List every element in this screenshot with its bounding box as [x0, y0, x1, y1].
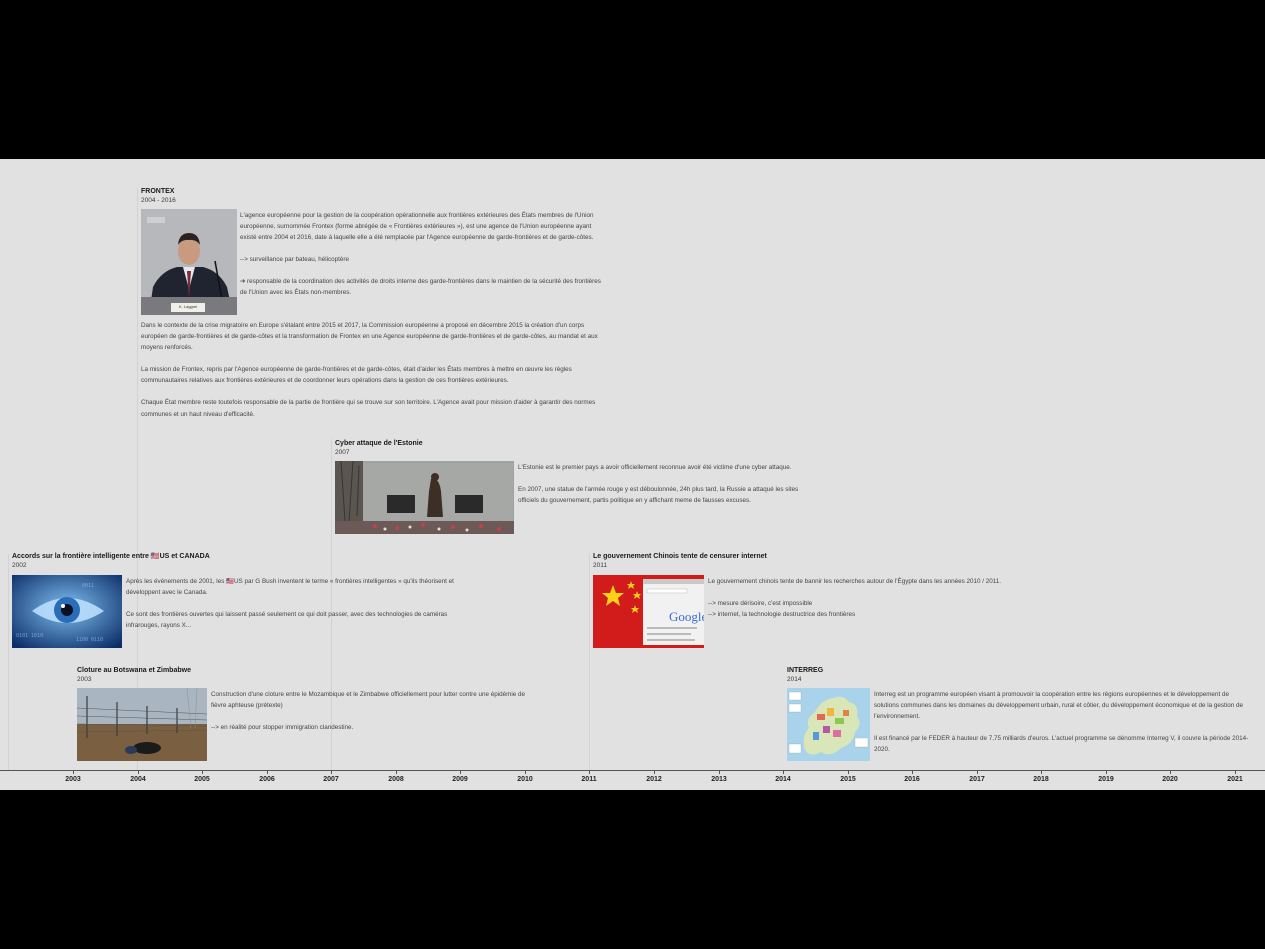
- svg-text:0011: 0011: [82, 583, 94, 589]
- event-title: FRONTEX: [141, 188, 175, 195]
- event-text: L'agence européenne pour la gestion de l…: [240, 212, 594, 242]
- timeline-canvas: FRONTEX 2004 - 2016 K. Laggmi L'agence e…: [0, 159, 1265, 790]
- event-date: 2014: [787, 676, 802, 683]
- year-tick-mark: [460, 770, 461, 774]
- year-label: 2013: [711, 776, 727, 783]
- year-label: 2017: [969, 776, 985, 783]
- event-estonie-text: L'Estonie est le premier pays a avoir of…: [518, 462, 803, 506]
- event-title: Cyber attaque de l'Estonie: [335, 440, 423, 447]
- event-text: Après les événements de 2001, les 🇺🇸US p…: [126, 578, 454, 597]
- event-date: 2002: [12, 562, 27, 569]
- year-tick-mark: [1235, 770, 1236, 774]
- year-tick-mark: [912, 770, 913, 774]
- interreg-map-image: [787, 688, 870, 761]
- event-accords[interactable]: Accords sur la frontière intelligente en…: [12, 552, 482, 571]
- year-label: 2019: [1098, 776, 1114, 783]
- event-interreg[interactable]: INTERREG 2014: [787, 666, 1257, 685]
- year-label: 2010: [517, 776, 533, 783]
- event-title: INTERREG: [787, 667, 824, 674]
- event-date: 2003: [77, 676, 92, 683]
- event-title: Cloture au Botswana et Zimbabwe: [77, 667, 191, 674]
- event-text: --> surveillance par bateau, hélicoptère: [240, 256, 350, 264]
- event-text: --> en réalité pour stopper immigration …: [211, 724, 354, 732]
- event-accords-text: Après les événements de 2001, les 🇺🇸US p…: [126, 576, 476, 631]
- event-text: --> mesure dérisoire, c'est impossible: [708, 600, 813, 608]
- event-text: L'Estonie est le premier pays a avoir of…: [518, 464, 792, 471]
- estonie-photo: [335, 461, 514, 534]
- year-tick-mark: [719, 770, 720, 774]
- year-label: 2006: [259, 776, 275, 783]
- event-date: 2007: [335, 449, 350, 456]
- year-label: 2014: [775, 776, 791, 783]
- year-label: 2012: [646, 776, 662, 783]
- year-label: 2015: [840, 776, 856, 783]
- event-text: Il est financé par le FEDER à hauteur de…: [874, 735, 1249, 754]
- event-title: Accords sur la frontière intelligente en…: [12, 553, 210, 560]
- year-label: 2011: [581, 776, 597, 783]
- event-chine-text: Le gouvernement chinois tente de bannir …: [708, 576, 1048, 620]
- event-botswana[interactable]: Cloture au Botswana et Zimbabwe 2003: [77, 666, 547, 685]
- svg-text:0101 1010: 0101 1010: [16, 633, 43, 639]
- year-label: 2021: [1227, 776, 1243, 783]
- year-tick-mark: [783, 770, 784, 774]
- event-text: Dans le contexte de la crise migratoire …: [141, 322, 598, 352]
- year-label: 2008: [388, 776, 404, 783]
- year-tick-mark: [73, 770, 74, 774]
- year-tick-mark: [654, 770, 655, 774]
- event-title: Le gouvernement Chinois tente de censure…: [593, 553, 767, 560]
- event-date: 2004 - 2016: [141, 197, 176, 204]
- year-tick-mark: [589, 770, 590, 774]
- event-text: Interreg est un programme européen visan…: [874, 691, 1243, 721]
- year-label: 2005: [194, 776, 210, 783]
- year-tick-mark: [977, 770, 978, 774]
- year-tick-mark: [848, 770, 849, 774]
- google-logo-text: Google: [669, 609, 704, 624]
- year-label: 2003: [65, 776, 81, 783]
- year-tick-mark: [331, 770, 332, 774]
- guide-line: [8, 554, 9, 770]
- event-date: 2011: [593, 562, 607, 569]
- svg-text:1100 0110: 1100 0110: [76, 637, 103, 643]
- botswana-fence-photo: [77, 688, 207, 761]
- event-frontex-intro: L'agence européenne pour la gestion de l…: [240, 210, 608, 299]
- event-frontex-details: Dans le contexte de la crise migratoire …: [141, 320, 607, 420]
- nameplate-text: K. Laggmi: [178, 304, 197, 309]
- accords-eye-photo: 0101 1010 1100 0110 0011: [12, 575, 122, 648]
- year-label: 2007: [323, 776, 339, 783]
- year-label: 2020: [1162, 776, 1178, 783]
- event-text: ➔ responsable de la coordination des act…: [240, 278, 601, 297]
- event-text: Le gouvernement chinois tente de bannir …: [708, 578, 1002, 585]
- chine-flag-google-photo: Google: [593, 575, 704, 648]
- year-tick-mark: [1041, 770, 1042, 774]
- event-frontex[interactable]: FRONTEX 2004 - 2016: [141, 187, 607, 206]
- year-label: 2016: [904, 776, 920, 783]
- timeline-axis: [0, 770, 1265, 771]
- year-tick-mark: [138, 770, 139, 774]
- event-chine[interactable]: Le gouvernement Chinois tente de censure…: [593, 552, 1063, 571]
- year-label: 2009: [452, 776, 468, 783]
- event-text: --> internet, la technologie destructric…: [708, 611, 856, 619]
- year-tick-mark: [202, 770, 203, 774]
- event-estonie[interactable]: Cyber attaque de l'Estonie 2007: [335, 439, 805, 458]
- event-text: En 2007, une statue de l'armée rouge y e…: [518, 486, 799, 505]
- guide-line: [589, 554, 590, 770]
- year-label: 2018: [1033, 776, 1049, 783]
- year-tick-mark: [267, 770, 268, 774]
- year-tick-mark: [525, 770, 526, 774]
- frontex-photo: K. Laggmi: [141, 209, 237, 315]
- event-text: Chaque État membre reste toutefois respo…: [141, 399, 596, 418]
- year-tick-mark: [1106, 770, 1107, 774]
- year-tick-mark: [1170, 770, 1171, 774]
- event-text: La mission de Frontex, repris par l'Agen…: [141, 366, 572, 385]
- year-label: 2004: [130, 776, 146, 783]
- event-interreg-text: Interreg est un programme européen visan…: [874, 689, 1252, 755]
- year-tick-mark: [396, 770, 397, 774]
- event-text: Construction d'une cloture entre le Moza…: [211, 691, 526, 710]
- event-botswana-text: Construction d'une cloture entre le Moza…: [211, 689, 531, 733]
- event-text: Ce sont des frontières ouvertes qui lais…: [126, 611, 448, 630]
